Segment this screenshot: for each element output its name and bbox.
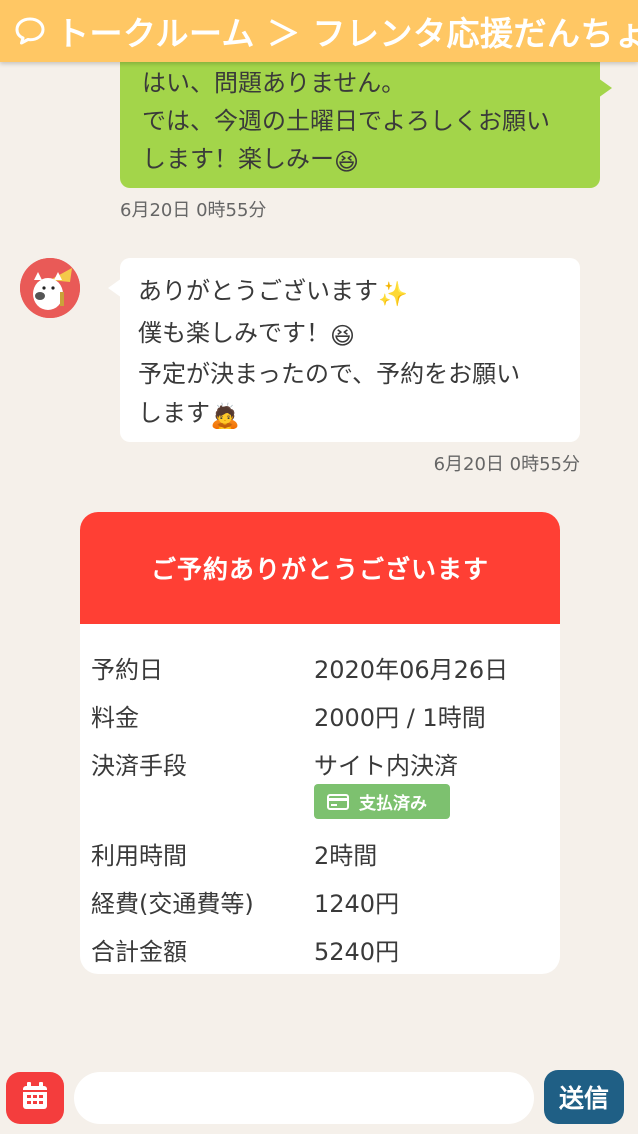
- row-label: 合計金額: [91, 938, 187, 966]
- row-value: 5240円: [314, 938, 400, 966]
- grinning-squinting-face-icon: 😆: [330, 321, 356, 350]
- row-value: 2020年06月26日: [314, 656, 509, 684]
- reservation-card-title: ご予約ありがとうございます: [80, 512, 560, 624]
- row-label: 予約日: [91, 656, 163, 684]
- message-line: 僕も楽しみです！: [138, 318, 330, 347]
- message-line: はい、問題ありません。: [142, 69, 406, 97]
- avatar[interactable]: [20, 258, 80, 318]
- message-input[interactable]: [74, 1072, 534, 1124]
- paid-status-label: 支払済み: [359, 794, 427, 814]
- row-label: 経費(交通費等): [91, 890, 254, 918]
- credit-card-icon: [327, 793, 349, 810]
- reservation-card: ご予約ありがとうございます 予約日 2020年06月26日 料金 2000円 /…: [80, 512, 560, 974]
- message-line: では、今週の土曜日でよろしくお願い: [142, 107, 550, 135]
- message-line: 予定が決まったので、予約をお願い: [138, 360, 521, 388]
- row-label: 利用時間: [91, 842, 187, 870]
- calendar-icon: [21, 1081, 49, 1115]
- calendar-button[interactable]: [6, 1072, 64, 1124]
- row-value: サイト内決済: [314, 752, 458, 780]
- grinning-squinting-face-icon: 😆: [334, 148, 360, 176]
- app-header: トークルーム ＞ フレンタ応援だんちょ: [0, 0, 638, 62]
- message-line: します！楽しみー: [142, 145, 334, 173]
- sparkles-icon: ✨: [378, 280, 408, 308]
- row-value: 1240円: [314, 890, 400, 918]
- row-value: 2000円 / 1時間: [314, 704, 486, 732]
- page-title: トークルーム ＞ フレンタ応援だんちょ: [56, 14, 638, 53]
- my-message-bubble: はい、問題ありません。 では、今週の土曜日でよろしくお願い します！楽しみー😆: [120, 40, 612, 188]
- message-line: します: [138, 398, 210, 427]
- row-label: 料金: [91, 704, 139, 732]
- send-button[interactable]: 送信: [544, 1070, 624, 1124]
- bowing-person-icon: 🙇: [210, 401, 240, 430]
- message-line: ありがとうございます: [138, 277, 378, 305]
- paid-status-badge: 支払済み: [314, 784, 450, 819]
- speech-bubble-icon: [14, 14, 46, 48]
- message-timestamp: 6月20日 0時55分: [433, 454, 580, 475]
- row-label: 決済手段: [91, 752, 187, 780]
- row-value: 2時間: [314, 842, 378, 870]
- message-timestamp: 6月20日 0時55分: [120, 200, 267, 221]
- partner-message-bubble: ありがとうございます✨ 僕も楽しみです！😆 予定が決まったので、予約をお願い し…: [108, 258, 580, 442]
